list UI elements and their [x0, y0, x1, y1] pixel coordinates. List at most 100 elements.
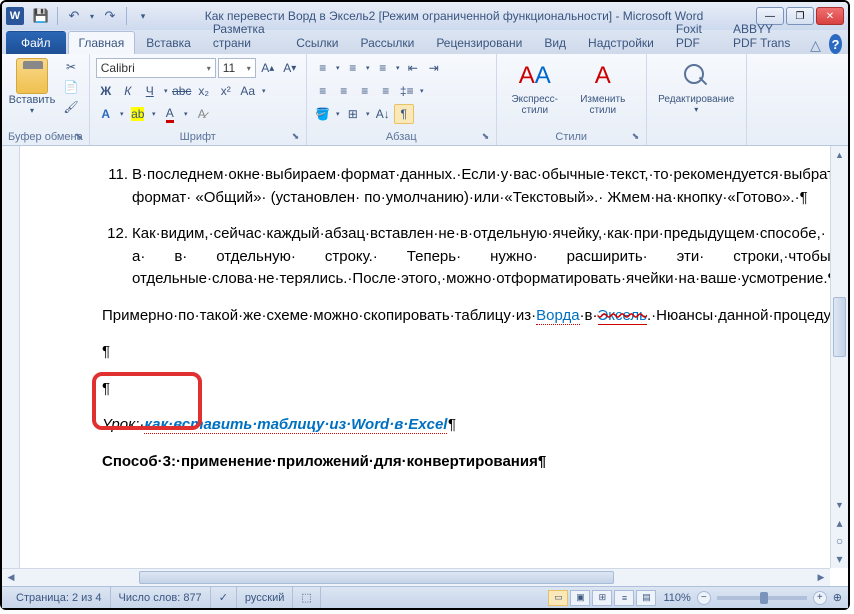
redo-button[interactable]: ↷ [99, 5, 121, 27]
undo-button[interactable]: ↶ [63, 5, 85, 27]
font-size-combo[interactable]: 11▾ [218, 58, 256, 78]
change-styles-button[interactable]: A Изменить стили [571, 58, 635, 116]
document-page[interactable]: 11. В·последнем·окне·выбираем·формат·дан… [2, 146, 830, 497]
change-case-button[interactable]: Aa [238, 81, 258, 101]
font-color-button[interactable]: A [160, 104, 180, 124]
scroll-thumb[interactable] [833, 297, 846, 357]
borders-button[interactable]: ⊞ [343, 104, 363, 124]
text-effects-button[interactable]: A [96, 104, 116, 124]
color-dropdown[interactable]: ▾ [182, 104, 190, 124]
status-word-count[interactable]: Число слов: 877 [111, 587, 211, 608]
bold-button[interactable]: Ж [96, 81, 116, 101]
ribbon-minimize[interactable]: △ [810, 37, 821, 54]
font-launcher[interactable]: ⬊ [292, 131, 304, 143]
bullets-button[interactable]: ≡ [313, 58, 333, 78]
browse-object-button[interactable]: ○ [831, 532, 848, 550]
effects-dropdown[interactable]: ▾ [118, 104, 126, 124]
strikethrough-button[interactable]: abc [172, 81, 192, 101]
list-number: 12. [102, 223, 132, 291]
hyperlink[interactable]: как·вставить·таблицу·из·Word·в·Excel [144, 416, 447, 434]
shading-button[interactable]: 🪣 [313, 104, 333, 124]
tab-references[interactable]: Ссылки [285, 31, 349, 54]
show-hide-marks-button[interactable]: ¶ [394, 104, 414, 124]
paste-label: Вставить [9, 94, 56, 106]
copy-button[interactable]: 📄 [60, 78, 82, 96]
paste-button[interactable]: Вставить ▾ [8, 58, 56, 116]
view-full-screen[interactable]: ▣ [570, 590, 590, 606]
find-button[interactable]: Редактирование ▾ [653, 58, 740, 114]
view-web-layout[interactable]: ⊞ [592, 590, 612, 606]
increase-indent-button[interactable]: ⇥ [424, 58, 444, 78]
grow-font-button[interactable]: A▴ [258, 58, 278, 78]
status-page[interactable]: Страница: 2 из 4 [8, 587, 111, 608]
paragraph-launcher[interactable]: ⬊ [482, 131, 494, 143]
multilevel-button[interactable]: ≡ [373, 58, 393, 78]
underline-dropdown[interactable]: ▾ [162, 81, 170, 101]
tab-home[interactable]: Главная [68, 31, 136, 54]
italic-button[interactable]: К [118, 81, 138, 101]
cut-button[interactable]: ✂ [60, 58, 82, 76]
superscript-button[interactable]: x² [216, 81, 236, 101]
hyperlink[interactable]: Ворда [536, 307, 579, 325]
highlight-dropdown[interactable]: ▾ [150, 104, 158, 124]
align-right-button[interactable]: ≡ [355, 81, 375, 101]
zoom-level[interactable]: 110% [663, 592, 690, 604]
view-outline[interactable]: ≡ [614, 590, 634, 606]
prev-page-button[interactable]: ▴ [831, 514, 848, 532]
tab-review[interactable]: Рецензировани [425, 31, 533, 54]
tab-file[interactable]: Файл [6, 31, 66, 54]
clear-formatting-button[interactable]: A̷ [192, 104, 212, 124]
clipboard-launcher[interactable]: ⬊ [75, 131, 87, 143]
zoom-fit-button[interactable]: ⊕ [833, 591, 842, 604]
hscroll-thumb[interactable] [139, 571, 614, 584]
underline-button[interactable]: Ч [140, 81, 160, 101]
font-name-combo[interactable]: Calibri▾ [96, 58, 216, 78]
tab-foxit[interactable]: Foxit PDF [665, 17, 722, 54]
close-button[interactable]: ✕ [816, 7, 844, 25]
case-dropdown[interactable]: ▾ [260, 81, 268, 101]
scroll-right-button[interactable]: ▶ [812, 569, 830, 586]
tab-mailings[interactable]: Рассылки [349, 31, 425, 54]
subscript-button[interactable]: x₂ [194, 81, 214, 101]
format-painter-button[interactable]: 🖌 [60, 98, 82, 116]
align-left-button[interactable]: ≡ [313, 81, 333, 101]
next-page-button[interactable]: ▾ [831, 550, 848, 568]
zoom-in-button[interactable]: + [813, 591, 827, 605]
view-print-layout[interactable]: ▭ [548, 590, 568, 606]
shrink-font-button[interactable]: A▾ [280, 58, 300, 78]
zoom-slider[interactable] [717, 596, 807, 600]
align-center-button[interactable]: ≡ [334, 81, 354, 101]
save-button[interactable]: 💾 [30, 5, 52, 27]
tab-abbyy[interactable]: ABBYY PDF Trans [722, 17, 810, 54]
line-spacing-button[interactable]: ‡≡ [397, 81, 417, 101]
tab-insert[interactable]: Вставка [135, 31, 202, 54]
tab-view[interactable]: Вид [533, 31, 577, 54]
highlight-button[interactable]: ab [128, 104, 148, 124]
status-insert-mode[interactable]: ⬚ [293, 587, 320, 608]
horizontal-scrollbar[interactable]: ◀ ▶ [2, 568, 830, 586]
group-font-label: Шрифт [96, 129, 300, 143]
view-draft[interactable]: ▤ [636, 590, 656, 606]
zoom-out-button[interactable]: − [697, 591, 711, 605]
undo-dropdown[interactable]: ▾ [87, 5, 97, 27]
status-language[interactable]: русский [237, 587, 293, 608]
numbering-button[interactable]: ≡ [343, 58, 363, 78]
tab-layout[interactable]: Разметка страни [202, 17, 285, 54]
decrease-indent-button[interactable]: ⇤ [403, 58, 423, 78]
hscroll-track[interactable] [20, 569, 812, 586]
status-proofing[interactable]: ✓ [211, 587, 237, 608]
scroll-track[interactable] [831, 164, 848, 496]
qat-customize[interactable]: ▾ [132, 5, 154, 27]
help-button[interactable]: ? [829, 34, 842, 54]
quick-styles-button[interactable]: AA Экспресс-стили [503, 58, 567, 116]
sort-button[interactable]: A↓ [373, 104, 393, 124]
tab-addins[interactable]: Надстройки [577, 31, 665, 54]
hyperlink[interactable]: Эксель [598, 307, 647, 325]
scroll-up-button[interactable]: ▲ [831, 146, 848, 164]
scroll-down-button[interactable]: ▼ [831, 496, 848, 514]
justify-button[interactable]: ≡ [376, 81, 396, 101]
zoom-slider-thumb[interactable] [760, 592, 768, 604]
styles-launcher[interactable]: ⬊ [632, 131, 644, 143]
scroll-left-button[interactable]: ◀ [2, 569, 20, 586]
vertical-scrollbar[interactable]: ▲ ▼ ▴ ○ ▾ [830, 146, 848, 568]
